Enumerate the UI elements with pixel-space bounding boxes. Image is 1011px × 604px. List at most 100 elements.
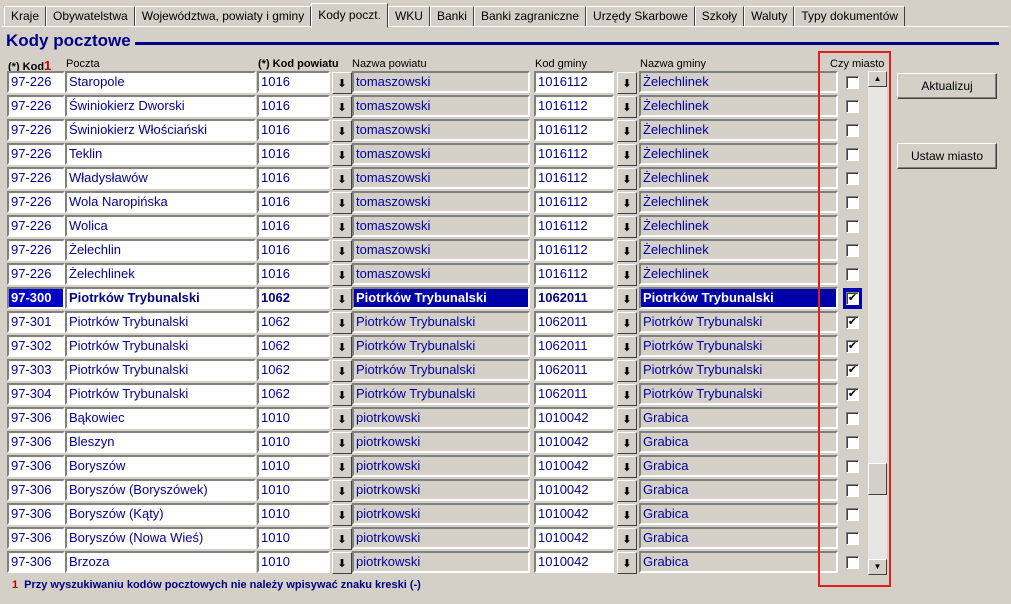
gmina-lookup-icon[interactable]: ⬇ <box>617 96 637 118</box>
kod-field[interactable]: 97-306 <box>7 407 65 429</box>
powiat-lookup-icon[interactable]: ⬇ <box>332 168 352 190</box>
kod-field[interactable]: 97-226 <box>7 71 65 93</box>
kod-powiatu-field[interactable]: 1010 <box>257 407 330 429</box>
kod-field[interactable]: 97-226 <box>7 191 65 213</box>
powiat-lookup-icon[interactable]: ⬇ <box>332 312 352 334</box>
kod-powiatu-field[interactable]: 1062 <box>257 311 330 333</box>
poczta-field[interactable]: Bąkowiec <box>65 407 256 429</box>
kod-powiatu-field[interactable]: 1062 <box>257 383 330 405</box>
gmina-lookup-icon[interactable]: ⬇ <box>617 528 637 550</box>
gmina-lookup-icon[interactable]: ⬇ <box>617 360 637 382</box>
kod-powiatu-field[interactable]: 1016 <box>257 215 330 237</box>
gmina-lookup-icon[interactable]: ⬇ <box>617 504 637 526</box>
kod-field[interactable]: 97-306 <box>7 551 65 573</box>
kod-powiatu-field[interactable]: 1016 <box>257 95 330 117</box>
kod-powiatu-field[interactable]: 1010 <box>257 455 330 477</box>
tab-wku[interactable]: WKU <box>387 6 430 27</box>
powiat-lookup-icon[interactable]: ⬇ <box>332 288 352 310</box>
kod-gminy-field[interactable]: 1010042 <box>534 527 614 549</box>
powiat-lookup-icon[interactable]: ⬇ <box>332 192 352 214</box>
czy-miasto-checkbox[interactable]: ✔ <box>846 364 859 377</box>
powiat-lookup-icon[interactable]: ⬇ <box>332 96 352 118</box>
kod-gminy-field[interactable]: 1062011 <box>534 335 614 357</box>
powiat-lookup-icon[interactable]: ⬇ <box>332 72 352 94</box>
kod-field[interactable]: 97-306 <box>7 431 65 453</box>
kod-field[interactable]: 97-306 <box>7 455 65 477</box>
gmina-lookup-icon[interactable]: ⬇ <box>617 288 637 310</box>
kod-powiatu-field[interactable]: 1062 <box>257 335 330 357</box>
poczta-field[interactable]: Wola Naropińska <box>65 191 256 213</box>
czy-miasto-checkbox[interactable] <box>846 460 859 473</box>
kod-field[interactable]: 97-303 <box>7 359 65 381</box>
poczta-field[interactable]: Świniokierz Włościański <box>65 119 256 141</box>
czy-miasto-checkbox[interactable]: ✔ <box>846 316 859 329</box>
kod-field[interactable]: 97-300 <box>7 287 65 309</box>
gmina-lookup-icon[interactable]: ⬇ <box>617 120 637 142</box>
powiat-lookup-icon[interactable]: ⬇ <box>332 528 352 550</box>
czy-miasto-checkbox[interactable] <box>846 220 859 233</box>
czy-miasto-checkbox[interactable] <box>846 484 859 497</box>
scroll-up-arrow-icon[interactable]: ▲ <box>868 71 887 87</box>
tab-województwa-powiaty-i-gminy[interactable]: Województwa, powiaty i gminy <box>134 6 312 27</box>
kod-gminy-field[interactable]: 1062011 <box>534 287 614 309</box>
tab-banki[interactable]: Banki <box>429 6 474 27</box>
kod-powiatu-field[interactable]: 1010 <box>257 479 330 501</box>
kod-gminy-field[interactable]: 1010042 <box>534 479 614 501</box>
gmina-lookup-icon[interactable]: ⬇ <box>617 432 637 454</box>
kod-powiatu-field[interactable]: 1062 <box>257 359 330 381</box>
scrollbar-thumb[interactable] <box>868 463 887 495</box>
ustaw-miasto-button[interactable]: Ustaw miasto <box>897 143 997 169</box>
powiat-lookup-icon[interactable]: ⬇ <box>332 240 352 262</box>
kod-gminy-field[interactable]: 1016112 <box>534 119 614 141</box>
gmina-lookup-icon[interactable]: ⬇ <box>617 480 637 502</box>
kod-gminy-field[interactable]: 1010042 <box>534 431 614 453</box>
tab-urzędy-skarbowe[interactable]: Urzędy Skarbowe <box>586 6 695 27</box>
kod-gminy-field[interactable]: 1010042 <box>534 503 614 525</box>
tab-obywatelstwa[interactable]: Obywatelstwa <box>46 6 135 27</box>
poczta-field[interactable]: Piotrków Trybunalski <box>65 287 256 309</box>
poczta-field[interactable]: Żelechlin <box>65 239 256 261</box>
kod-powiatu-field[interactable]: 1016 <box>257 143 330 165</box>
czy-miasto-checkbox[interactable]: ✔ <box>846 292 859 305</box>
gmina-lookup-icon[interactable]: ⬇ <box>617 336 637 358</box>
czy-miasto-checkbox[interactable] <box>846 196 859 209</box>
kod-powiatu-field[interactable]: 1016 <box>257 119 330 141</box>
tab-typy-dokumentów[interactable]: Typy dokumentów <box>794 6 906 27</box>
kod-gminy-field[interactable]: 1062011 <box>534 359 614 381</box>
czy-miasto-checkbox[interactable] <box>846 148 859 161</box>
kod-powiatu-field[interactable]: 1016 <box>257 191 330 213</box>
gmina-lookup-icon[interactable]: ⬇ <box>617 192 637 214</box>
kod-gminy-field[interactable]: 1016112 <box>534 95 614 117</box>
kod-gminy-field[interactable]: 1062011 <box>534 311 614 333</box>
kod-field[interactable]: 97-226 <box>7 143 65 165</box>
gmina-lookup-icon[interactable]: ⬇ <box>617 408 637 430</box>
gmina-lookup-icon[interactable]: ⬇ <box>617 72 637 94</box>
poczta-field[interactable]: Boryszów (Kąty) <box>65 503 256 525</box>
kod-gminy-field[interactable]: 1016112 <box>534 191 614 213</box>
kod-powiatu-field[interactable]: 1016 <box>257 71 330 93</box>
gmina-lookup-icon[interactable]: ⬇ <box>617 456 637 478</box>
powiat-lookup-icon[interactable]: ⬇ <box>332 384 352 406</box>
poczta-field[interactable]: Piotrków Trybunalski <box>65 311 256 333</box>
poczta-field[interactable]: Teklin <box>65 143 256 165</box>
powiat-lookup-icon[interactable]: ⬇ <box>332 336 352 358</box>
kod-gminy-field[interactable]: 1016112 <box>534 71 614 93</box>
kod-gminy-field[interactable]: 1016112 <box>534 215 614 237</box>
gmina-lookup-icon[interactable]: ⬇ <box>617 240 637 262</box>
kod-gminy-field[interactable]: 1062011 <box>534 383 614 405</box>
kod-powiatu-field[interactable]: 1010 <box>257 551 330 573</box>
kod-field[interactable]: 97-302 <box>7 335 65 357</box>
aktualizuj-button[interactable]: Aktualizuj <box>897 73 997 99</box>
czy-miasto-checkbox[interactable] <box>846 268 859 281</box>
kod-gminy-field[interactable]: 1016112 <box>534 143 614 165</box>
kod-powiatu-field[interactable]: 1010 <box>257 503 330 525</box>
powiat-lookup-icon[interactable]: ⬇ <box>332 216 352 238</box>
kod-field[interactable]: 97-226 <box>7 95 65 117</box>
kod-field[interactable]: 97-226 <box>7 263 65 285</box>
kod-field[interactable]: 97-226 <box>7 167 65 189</box>
poczta-field[interactable]: Piotrków Trybunalski <box>65 359 256 381</box>
czy-miasto-checkbox[interactable] <box>846 172 859 185</box>
poczta-field[interactable]: Piotrków Trybunalski <box>65 335 256 357</box>
powiat-lookup-icon[interactable]: ⬇ <box>332 144 352 166</box>
gmina-lookup-icon[interactable]: ⬇ <box>617 552 637 574</box>
